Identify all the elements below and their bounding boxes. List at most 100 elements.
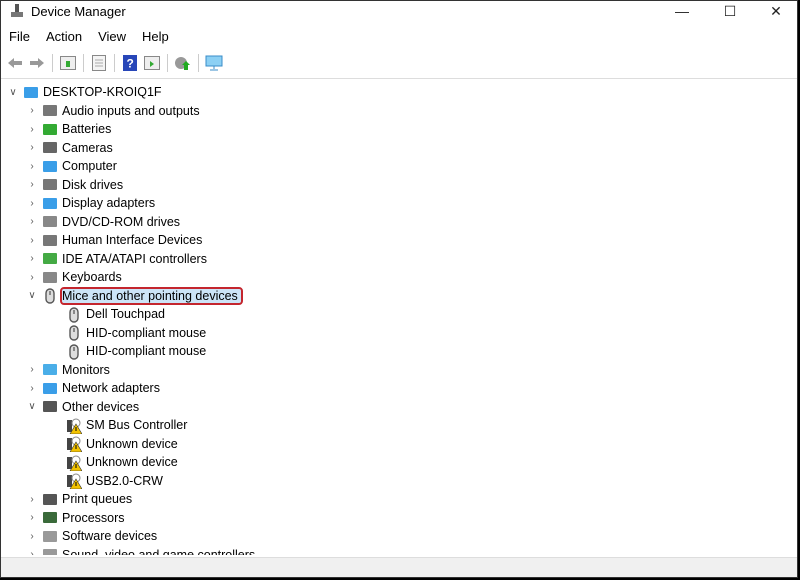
tree-device[interactable]: SM Bus Controller — [62, 416, 187, 434]
toolbar-separator — [83, 54, 84, 72]
network-icon — [42, 381, 58, 396]
tree-category[interactable]: › Computer — [26, 157, 117, 175]
tree-device[interactable]: Unknown device — [62, 435, 178, 453]
tree-item-label: Disk drives — [62, 177, 124, 192]
menu-bar: File Action View Help — [1, 28, 177, 48]
hid-icon — [42, 233, 58, 248]
toolbar-separator — [114, 54, 115, 72]
tree-device[interactable]: USB2.0-CRW — [62, 472, 163, 490]
printer-icon — [42, 492, 58, 507]
warning-device-icon — [66, 436, 83, 453]
tree-item-label: Human Interface Devices — [62, 233, 203, 247]
scan-icon[interactable] — [173, 53, 193, 73]
chevron-right-icon[interactable]: › — [26, 272, 38, 283]
tree-category[interactable]: › Processors — [26, 509, 125, 527]
menu-help[interactable]: Help — [134, 28, 177, 48]
tree-device[interactable]: Unknown device — [62, 453, 178, 471]
mouse-icon — [66, 343, 82, 360]
close-button[interactable]: ✕ — [753, 1, 799, 23]
tree-item-label: Dell Touchpad — [86, 307, 165, 321]
chevron-right-icon[interactable]: › — [26, 383, 38, 394]
tree-item-label: Display adapters — [62, 196, 156, 210]
forward-icon[interactable] — [27, 53, 47, 73]
menu-action[interactable]: Action — [38, 28, 90, 48]
minimize-button[interactable]: — — [659, 1, 705, 23]
tree-category[interactable]: › Audio inputs and outputs — [26, 102, 199, 120]
tree-device[interactable]: HID-compliant mouse — [62, 324, 206, 342]
chevron-right-icon[interactable]: › — [26, 124, 38, 135]
chevron-right-icon[interactable]: › — [26, 494, 38, 505]
update-icon[interactable] — [89, 53, 109, 73]
warning-device-icon — [66, 418, 83, 434]
tree-item-label: Batteries — [62, 122, 112, 136]
battery-icon — [42, 122, 58, 137]
monitor-icon[interactable] — [204, 53, 224, 73]
tree-category[interactable]: › DVD/CD-ROM drives — [26, 213, 180, 231]
tree-item-label: Cameras — [62, 140, 113, 155]
chevron-right-icon[interactable]: › — [26, 549, 38, 555]
tree-device[interactable]: Dell Touchpad — [62, 305, 165, 323]
tree-category[interactable]: › Display adapters — [26, 194, 155, 212]
chevron-right-icon[interactable]: › — [26, 179, 38, 190]
window-title: Device Manager — [31, 4, 126, 19]
menu-view[interactable]: View — [90, 28, 134, 48]
tree-item-label: HID-compliant mouse — [86, 325, 207, 340]
tree-item-label: Print queues — [62, 492, 133, 506]
tree-root[interactable]: ∨ DESKTOP-KROIQ1F — [7, 83, 162, 101]
status-bar — [1, 557, 797, 577]
tree-category[interactable]: ∨ Mice and other pointing devices — [26, 286, 243, 305]
computer-icon — [42, 159, 58, 174]
monitor-icon — [42, 362, 58, 377]
chevron-right-icon[interactable]: › — [26, 253, 38, 264]
tree-category[interactable]: › Monitors — [26, 361, 110, 379]
run-icon[interactable] — [142, 53, 162, 73]
display-adapter-icon — [42, 196, 58, 211]
chevron-right-icon[interactable]: › — [26, 198, 38, 209]
svg-text:?: ? — [127, 57, 134, 71]
computer-icon — [23, 85, 39, 100]
chevron-down-icon[interactable]: ∨ — [26, 290, 38, 301]
tree-category[interactable]: › Software devices — [26, 527, 157, 545]
chevron-down-icon[interactable]: ∨ — [7, 87, 19, 98]
tree-category[interactable]: › Network adapters — [26, 379, 160, 397]
chevron-right-icon[interactable]: › — [26, 142, 38, 153]
chevron-right-icon[interactable]: › — [26, 531, 38, 542]
warning-device-icon — [66, 455, 83, 471]
properties-icon[interactable] — [58, 53, 78, 73]
toolbar-separator — [198, 54, 199, 72]
tree-category[interactable]: › Print queues — [26, 490, 132, 508]
tree-item-label: Unknown device — [86, 436, 178, 451]
tree-category[interactable]: › Batteries — [26, 120, 111, 138]
tree-item-label: Software devices — [62, 529, 158, 543]
tree-category[interactable]: › Human Interface Devices — [26, 231, 202, 249]
chevron-right-icon[interactable]: › — [26, 161, 38, 172]
software-icon — [42, 529, 58, 544]
tree-category[interactable]: › Cameras — [26, 139, 113, 157]
tree-item-label: Other devices — [62, 399, 140, 414]
tree-item-label: DVD/CD-ROM drives — [62, 214, 181, 229]
toolbar-separator — [52, 54, 53, 72]
tree-category[interactable]: › Sound, video and game controllers — [26, 546, 255, 555]
tree-item-label: SM Bus Controller — [86, 418, 188, 432]
device-tree: ∨ DESKTOP-KROIQ1F › Audio inputs and output… — [1, 82, 797, 555]
tree-category[interactable]: › Keyboards — [26, 268, 122, 286]
tree-category[interactable]: ∨ Other devices — [26, 398, 139, 416]
tree-category[interactable]: › IDE ATA/ATAPI controllers — [26, 250, 207, 268]
back-icon[interactable] — [5, 53, 25, 73]
tree-item-label: Keyboards — [62, 270, 122, 284]
chevron-right-icon[interactable]: › — [26, 216, 38, 227]
tree-item-label: DESKTOP-KROIQ1F — [43, 85, 162, 99]
mouse-icon — [66, 325, 82, 341]
help-icon[interactable]: ? — [120, 53, 140, 73]
chevron-right-icon[interactable]: › — [26, 235, 38, 246]
maximize-button[interactable]: ☐ — [707, 1, 753, 23]
chevron-down-icon[interactable]: ∨ — [26, 401, 38, 412]
tree-device[interactable]: HID-compliant mouse — [62, 342, 206, 360]
chevron-right-icon[interactable]: › — [26, 105, 38, 116]
chevron-right-icon[interactable]: › — [26, 364, 38, 375]
tree-category[interactable]: › Disk drives — [26, 176, 123, 194]
chevron-right-icon[interactable]: › — [26, 512, 38, 523]
tree-item-label: Processors — [62, 510, 125, 525]
menu-file[interactable]: File — [1, 28, 38, 48]
mouse-icon — [66, 306, 82, 323]
